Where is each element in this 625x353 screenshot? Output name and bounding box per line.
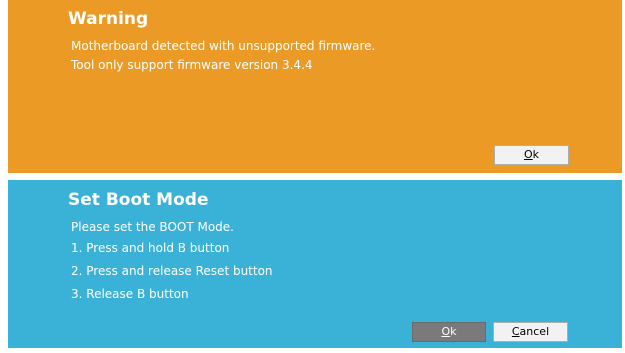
boot-mode-ok-label: k — [450, 325, 457, 338]
boot-mode-instruction: Please set the BOOT Mode. — [71, 220, 234, 234]
boot-mode-cancel-mnemonic: C — [511, 325, 520, 338]
boot-mode-cancel-label: ancel — [519, 325, 550, 338]
boot-mode-step-2: 2. Press and release Reset button — [71, 264, 273, 278]
boot-mode-step-1: 1. Press and hold B button — [71, 241, 230, 255]
boot-mode-title: Set Boot Mode — [68, 190, 209, 210]
warning-ok-label: k — [532, 148, 540, 161]
boot-mode-ok-mnemonic: O — [441, 325, 451, 338]
boot-mode-step-3: 3. Release B button — [71, 287, 189, 301]
warning-message-line-1: Motherboard detected with unsupported fi… — [71, 39, 376, 53]
boot-mode-dialog: Set Boot Mode Please set the BOOT Mode. … — [8, 180, 622, 348]
boot-mode-cancel-button[interactable]: Cancel — [493, 322, 568, 342]
warning-ok-button[interactable]: Ok — [494, 145, 569, 165]
warning-ok-mnemonic: O — [523, 148, 533, 161]
warning-dialog: Warning Motherboard detected with unsupp… — [8, 0, 622, 173]
warning-title: Warning — [68, 9, 149, 29]
warning-message-line-2: Tool only support firmware version 3.4.4 — [71, 58, 313, 72]
boot-mode-ok-button[interactable]: Ok — [412, 322, 486, 342]
